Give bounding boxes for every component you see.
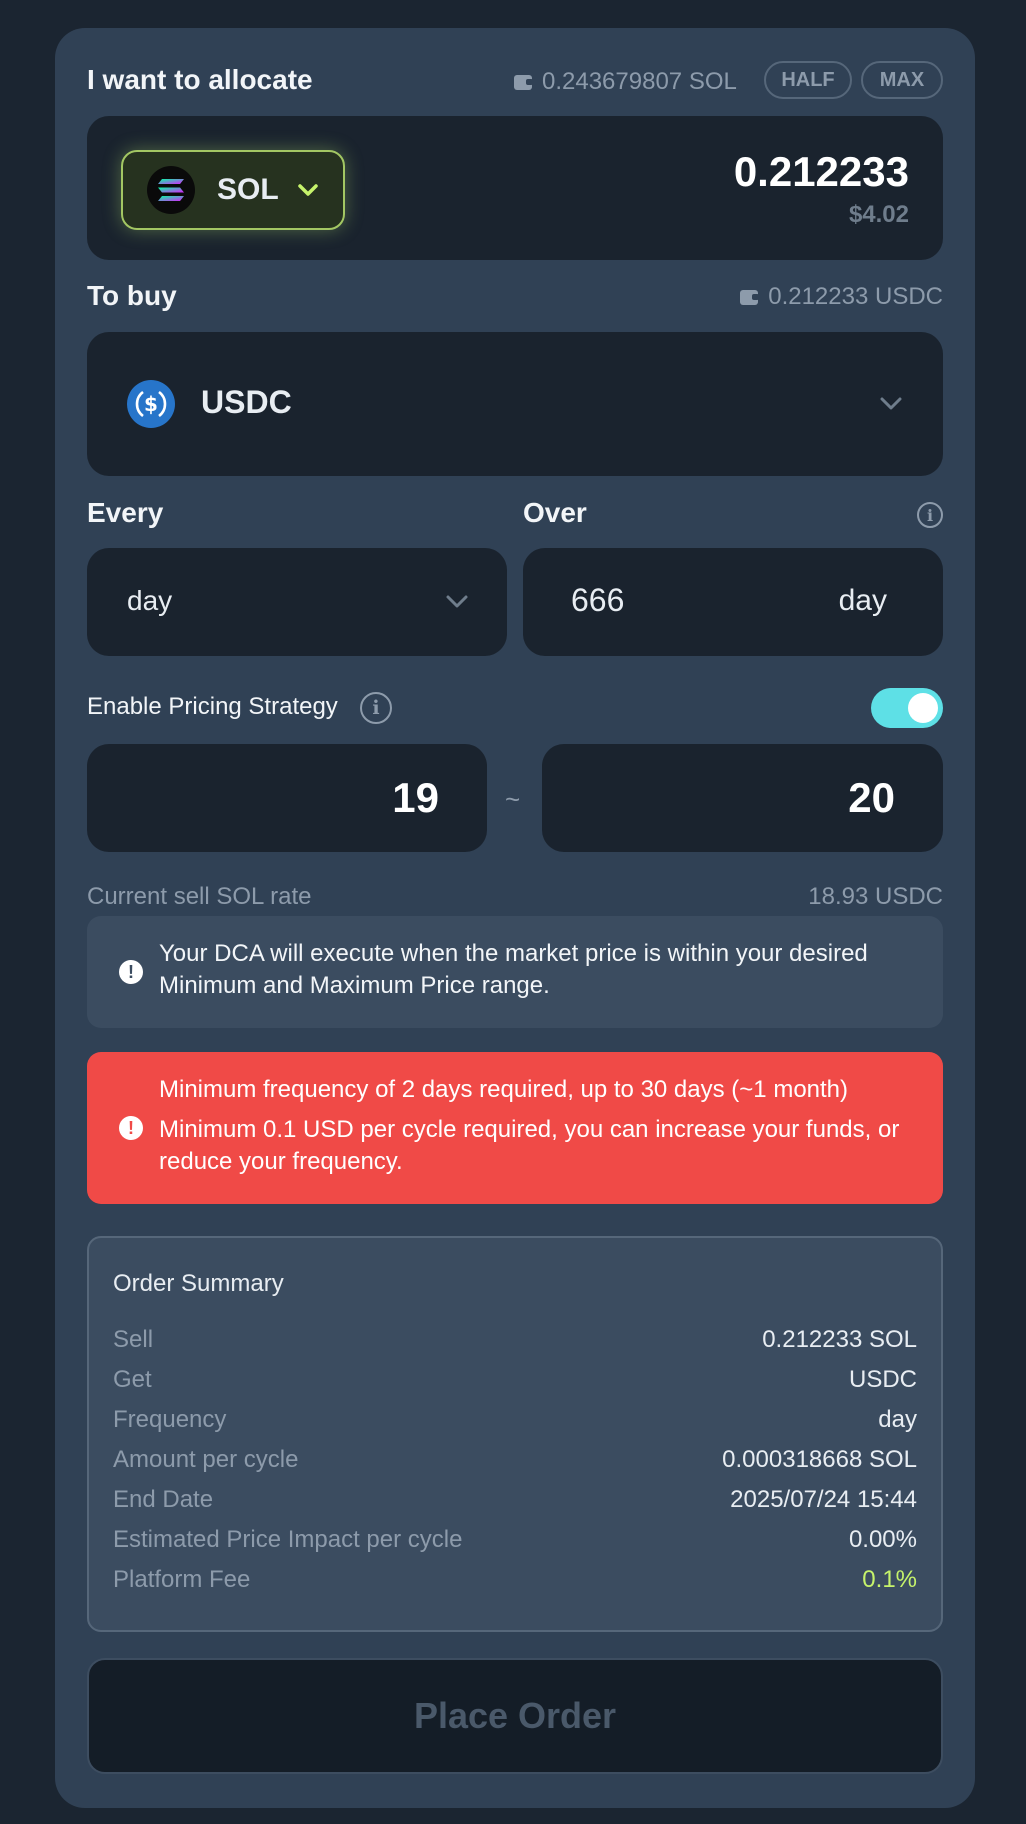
pricing-strategy-toggle[interactable] [871,688,943,728]
sell-token-selector[interactable]: SOL [121,150,345,230]
order-summary: Order Summary Sell 0.212233 SOL Get USDC… [87,1236,943,1632]
duration-unit: day [838,584,887,617]
chevron-down-icon [297,184,318,196]
order-summary-title: Order Summary [113,1270,284,1297]
svg-text:$: $ [144,392,158,416]
summary-row-sell: Sell 0.212233 SOL [113,1326,917,1353]
info-notice-text: Your DCA will execute when the market pr… [159,940,868,999]
duration-field: 666 day [523,548,943,656]
buy-token-selector[interactable]: $ USDC [87,332,943,476]
sol-balance[interactable]: 0.243679807 SOL [514,68,737,96]
usdc-logo-icon: $ [127,380,175,428]
range-separator: ~ [505,784,521,814]
buy-label: To buy [87,280,177,311]
pricing-strategy-label: Enable Pricing Strategy [87,693,338,720]
min-price-input[interactable]: 19 [87,744,487,852]
summary-row-frequency: Frequency day [113,1406,917,1433]
summary-row-price-impact: Estimated Price Impact per cycle 0.00% [113,1526,917,1553]
max-button[interactable]: MAX [861,61,943,99]
info-icon[interactable]: i [360,692,392,724]
every-label: Every [87,497,164,528]
frequency-select[interactable]: day [87,548,507,656]
order-summary-rows: Sell 0.212233 SOL Get USDC Frequency day… [113,1326,917,1616]
allocate-input-box: SOL 0.212233 $4.02 [87,116,943,260]
allocate-label: I want to allocate [87,64,313,95]
error-min-usd-text: Minimum 0.1 USD per cycle required, you … [159,1116,900,1175]
summary-row-end-date: End Date 2025/07/24 15:44 [113,1486,917,1513]
max-price-input[interactable]: 20 [542,744,943,852]
summary-row-amount-per-cycle: Amount per cycle 0.000318668 SOL [113,1446,917,1473]
current-rate-value: 18.93 USDC [808,883,943,910]
over-label: Over [523,497,587,528]
min-price-value: 19 [392,774,439,821]
alert-icon: ! [119,1116,143,1140]
solana-logo-icon [147,166,195,214]
duration-count-input[interactable]: 666 [571,582,624,619]
error-notice: ! Minimum frequency of 2 days required, … [87,1052,943,1204]
summary-row-platform-fee: Platform Fee 0.1% [113,1566,917,1593]
wallet-icon [514,74,533,90]
buy-token-symbol: USDC [201,384,292,420]
chevron-down-icon [880,397,902,410]
info-notice: ! Your DCA will execute when the market … [87,916,943,1028]
toggle-knob [908,693,938,723]
error-frequency-text: Minimum frequency of 2 days required, up… [159,1076,849,1103]
summary-row-get: Get USDC [113,1366,917,1393]
sell-token-symbol: SOL [217,173,279,206]
place-order-button[interactable]: Place Order [87,1658,943,1774]
sell-usd-value: $4.02 [848,201,909,228]
usdc-balance: 0.212233 USDC [740,283,943,311]
frequency-value: day [127,585,173,616]
sell-amount-input[interactable]: 0.212233 [734,148,909,196]
current-rate-label: Current sell SOL rate [87,883,312,910]
alert-icon: ! [119,960,143,984]
platform-fee-value: 0.1% [862,1566,917,1593]
chevron-down-icon [446,595,468,608]
max-price-value: 20 [848,774,895,821]
wallet-icon [740,289,760,305]
half-button[interactable]: HALF [764,61,852,99]
info-icon[interactable]: i [917,502,943,528]
dca-card: I want to allocate 0.243679807 SOL HALF … [55,28,975,1808]
